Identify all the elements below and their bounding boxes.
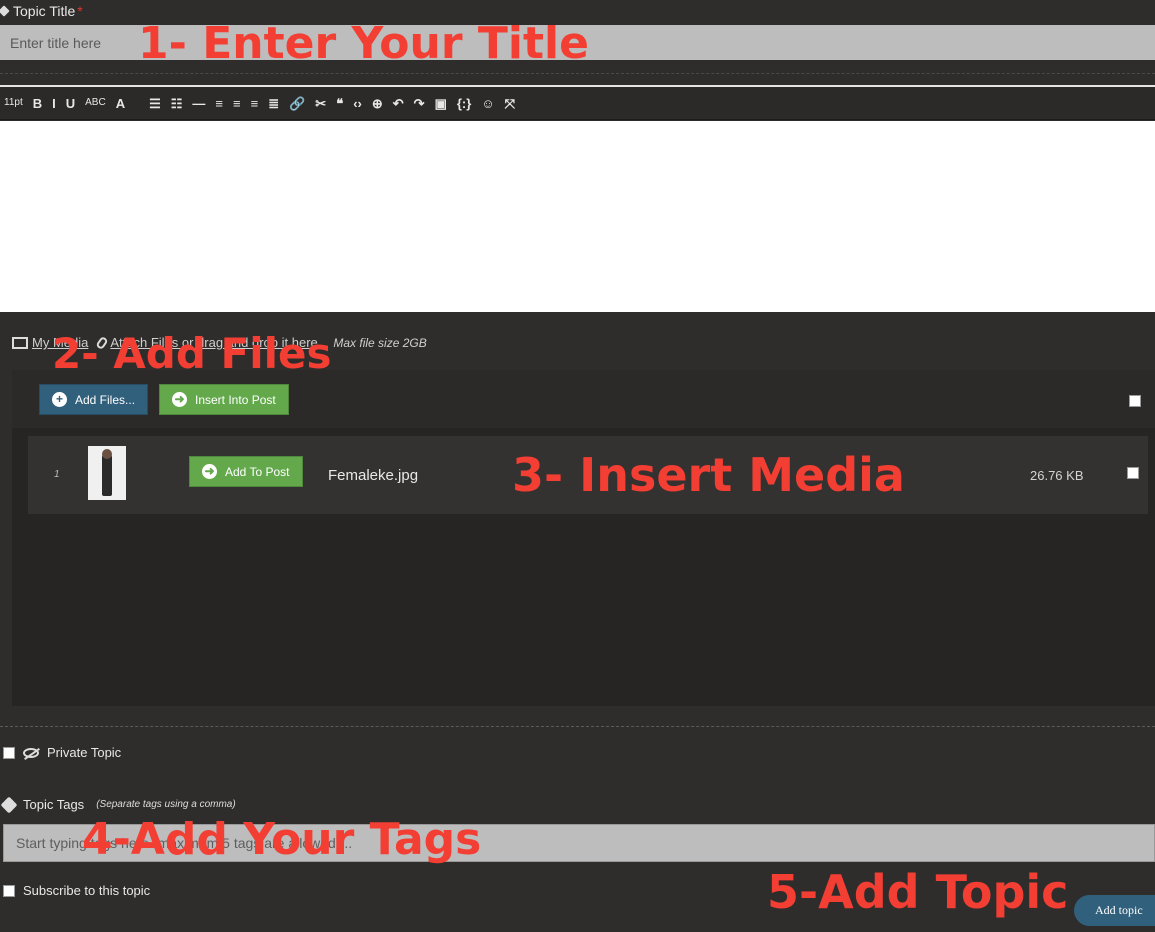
horizontal-rule-icon[interactable]: —	[192, 97, 205, 110]
add-files-label: Add Files...	[75, 392, 136, 407]
private-topic-label: Private Topic	[47, 745, 122, 760]
insert-into-post-button[interactable]: ➜ Insert Into Post	[159, 384, 289, 415]
add-topic-button[interactable]: Add topic	[1074, 895, 1155, 926]
annotation-step1: 1- Enter Your Title	[138, 18, 589, 69]
annotation-step3: 3- Insert Media	[512, 448, 905, 502]
emoji-icon[interactable]: ☺	[481, 97, 494, 110]
add-to-post-label: Add To Post	[225, 464, 290, 479]
shortcode-icon[interactable]: {:}	[457, 97, 471, 110]
align-left-icon[interactable]: ≡	[215, 97, 223, 110]
arrow-right-circle-icon: ➜	[202, 464, 217, 479]
insert-into-post-label: Insert Into Post	[195, 392, 276, 407]
bullet-list-icon[interactable]: ☰	[149, 97, 161, 110]
insert-icon[interactable]: ⊕	[372, 97, 383, 110]
divider	[0, 73, 1155, 74]
link-icon[interactable]: 🔗	[289, 97, 305, 110]
subscribe-label: Subscribe to this topic	[23, 883, 151, 898]
subscribe-checkbox[interactable]	[3, 884, 15, 897]
tag-icon	[0, 796, 18, 813]
blockquote-icon[interactable]: ❝	[336, 97, 343, 110]
add-topic-label: Add topic	[1095, 903, 1143, 917]
italic-icon[interactable]: I	[52, 97, 56, 110]
paste-icon[interactable]: ▣	[435, 97, 447, 110]
topic-title-text: Topic Title	[13, 3, 76, 19]
font-size-select[interactable]: 11pt	[4, 98, 23, 108]
topic-title-label: Topic Title *	[0, 3, 83, 19]
file-index: 1	[54, 469, 60, 480]
pencil-icon	[0, 5, 10, 17]
topic-tags-text: Topic Tags	[23, 797, 85, 812]
strikethrough-icon[interactable]: ABC	[85, 98, 106, 108]
file-size: 26.76 KB	[1030, 468, 1084, 483]
editor-toolbar: 11pt B I U ABC A ☰ ☷ — ≡ ≡ ≡ ≣ 🔗 ✂ ❝ ‹› ⊕ ↶ ↷ ▣ {:} ☺ ⤧	[0, 87, 1155, 120]
files-panel: + Add Files... ➜ Insert Into Post 1 ➜ Ad…	[12, 370, 1155, 706]
max-file-size-hint: Max file size 2GB	[333, 335, 427, 350]
private-topic-checkbox[interactable]	[3, 746, 15, 759]
arrow-right-circle-icon: ➜	[172, 392, 187, 407]
align-right-icon[interactable]: ≡	[251, 97, 259, 110]
unlink-icon[interactable]: ✂	[315, 97, 326, 110]
underline-icon[interactable]: U	[66, 97, 75, 110]
redo-icon[interactable]: ↷	[414, 97, 425, 110]
annotation-step2: 2- Add Files	[52, 329, 332, 378]
numbered-list-icon[interactable]: ☷	[171, 97, 183, 110]
bold-icon[interactable]: B	[33, 97, 42, 110]
divider	[0, 726, 1155, 727]
annotation-step5: 5-Add Topic	[767, 865, 1069, 919]
text-color-icon[interactable]: A	[116, 97, 125, 110]
editor-body[interactable]	[0, 121, 1155, 312]
annotation-step4: 4-Add Your Tags	[82, 814, 482, 865]
file-thumbnail	[88, 446, 126, 500]
file-select-checkbox[interactable]	[1127, 467, 1139, 479]
file-name: Femaleke.jpg	[328, 467, 419, 484]
subscribe-option[interactable]: Subscribe to this topic	[3, 883, 150, 898]
add-to-post-button[interactable]: ➜ Add To Post	[189, 456, 303, 487]
align-justify-icon[interactable]: ≣	[268, 97, 279, 110]
required-mark: *	[77, 3, 83, 19]
code-icon[interactable]: ‹›	[353, 97, 362, 110]
topic-tags-label: Topic Tags (Separate tags using a comma)	[0, 796, 236, 813]
align-center-icon[interactable]: ≡	[233, 97, 241, 110]
fullscreen-icon[interactable]: ⤧	[505, 97, 515, 110]
select-all-checkbox[interactable]	[1129, 395, 1141, 407]
media-library-icon	[12, 336, 28, 349]
topic-tags-hint: (Separate tags using a comma)	[96, 799, 236, 810]
private-topic-option[interactable]: Private Topic	[3, 745, 121, 760]
files-panel-toolbar: + Add Files... ➜ Insert Into Post	[12, 370, 1155, 428]
eye-slash-icon	[23, 747, 39, 758]
undo-icon[interactable]: ↶	[393, 97, 404, 110]
plus-circle-icon: +	[52, 392, 67, 407]
add-files-button[interactable]: + Add Files...	[39, 384, 149, 415]
